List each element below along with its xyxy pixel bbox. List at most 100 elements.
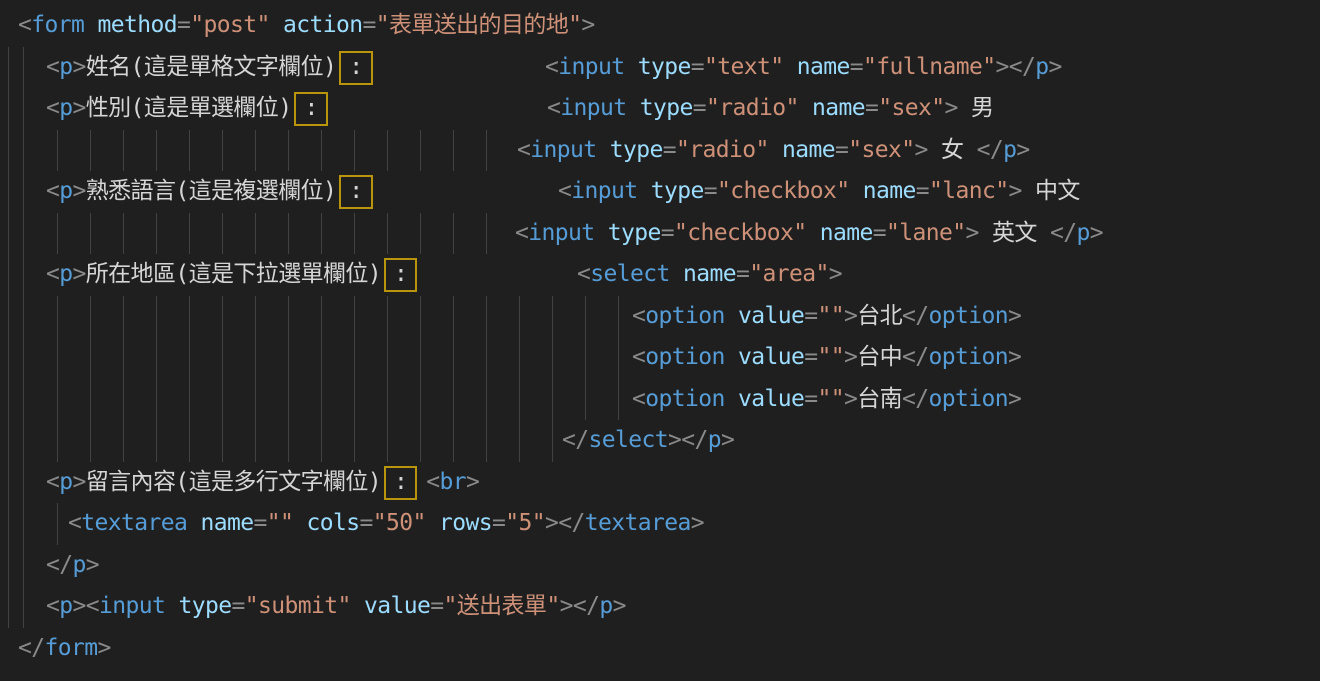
token-tag-name: input [530,137,596,163]
token-tag-name: p [59,178,72,204]
token-string: "" [817,303,844,329]
code-line-6[interactable]: <input type="checkbox" name="lane"> 英文 <… [0,213,1320,255]
token-string: "checkbox" [717,178,849,204]
token-string: "sex" [878,95,944,121]
token-attribute-name: name [799,95,865,121]
token-punctuation: > [1048,54,1061,80]
token-text: 台中 [857,344,902,370]
token-attribute-name: type [165,593,231,619]
token-text: 台南 [857,386,902,412]
code-line-11[interactable]: </select></p> [0,420,1320,462]
token-punctuation: </ [18,635,45,661]
code-line-5[interactable]: <p>熟悉語言(這是複選欄位):<input type="checkbox" n… [0,171,1320,213]
token-text: 台北 [857,303,902,329]
code-line-1[interactable]: <form method="post" action="表單送出的目的地"> [0,5,1320,47]
token-punctuation: < [632,386,645,412]
indent-whitespace [0,88,46,130]
token-tag-name: option [929,344,1008,370]
code-line-14[interactable]: </p> [0,545,1320,587]
token-punctuation: > [86,552,99,578]
token-tag-name: input [99,593,165,619]
token-tag-name: input [528,220,594,246]
token-attribute-name: name [849,178,915,204]
token-tag-name: form [45,635,98,661]
indent-whitespace [0,586,46,628]
token-punctuation: > [73,261,86,287]
indent-whitespace [0,628,18,670]
token-tag-name: option [645,344,724,370]
code-line-15[interactable]: <p><input type="submit" value="送出表單"></p… [0,586,1320,628]
token-punctuation: > [844,303,857,329]
indent-whitespace [0,213,515,255]
token-attribute-name: value [725,303,804,329]
token-punctuation: </ [977,137,1004,163]
token-text: 中文 [1022,178,1080,204]
token-tag-name: option [645,386,724,412]
token-string: "5" [505,510,545,536]
token-attribute-name: name [806,220,872,246]
token-punctuation: = [916,178,929,204]
code-line-3[interactable]: <p>性別(這是單選欄位):<input type="radio" name="… [0,88,1320,130]
token-string: "lanc" [929,178,1008,204]
token-string: "" [817,386,844,412]
token-tag-name: p [599,593,612,619]
token-punctuation: > [721,427,734,453]
indent-whitespace [0,5,18,47]
token-tag-name: br [440,469,467,495]
token-punctuation: = [492,510,505,536]
token-punctuation: = [804,303,817,329]
token-tag-name: select [590,261,669,287]
code-line-13[interactable]: <textarea name="" cols="50" rows="5"></t… [0,503,1320,545]
token-punctuation: > [1016,137,1029,163]
token-attribute-name: type [597,137,663,163]
token-punctuation: < [632,344,645,370]
token-punctuation: ></ [545,510,585,536]
indent-whitespace [0,47,46,89]
token-punctuation: = [865,95,878,121]
code-editor[interactable]: <form method="post" action="表單送出的目的地"><p… [0,0,1320,681]
indent-whitespace [0,420,562,462]
token-punctuation: > [844,344,857,370]
token-punctuation: < [18,12,31,38]
code-line-9[interactable]: <option value="">台中</option> [0,337,1320,379]
token-tag-name: p [1035,54,1048,80]
token-text: 姓名(這是單格文字欄位) [86,54,337,80]
token-punctuation: > [1090,220,1103,246]
token-punctuation: </ [1050,220,1077,246]
indent-whitespace [0,171,46,213]
token-punctuation: > [73,54,86,80]
token-attribute-name: rows [426,510,492,536]
token-punctuation: < [517,137,530,163]
token-attribute-name: name [670,261,736,287]
code-line-16[interactable]: </form> [0,628,1320,670]
token-punctuation: > [613,593,626,619]
token-punctuation: = [804,344,817,370]
token-punctuation: < [426,469,439,495]
token-punctuation: > [914,137,927,163]
token-tag-name: p [708,427,721,453]
token-punctuation: = [253,510,266,536]
code-line-8[interactable]: <option value="">台北</option> [0,296,1320,338]
indent-whitespace [0,254,46,296]
token-punctuation: > [1008,303,1021,329]
unicode-highlight-box: : [384,466,417,500]
code-line-4[interactable]: <input type="radio" name="sex"> 女 </p> [0,130,1320,172]
token-string: "checkbox" [674,220,806,246]
token-punctuation: < [46,54,59,80]
code-line-7[interactable]: <p>所在地區(這是下拉選單欄位):<select name="area"> [0,254,1320,296]
code-line-2[interactable]: <p>姓名(這是單格文字欄位):<input type="text" name=… [0,47,1320,89]
token-tag-name: option [645,303,724,329]
token-tag-name: textarea [585,510,691,536]
token-punctuation: ></ [560,593,600,619]
indent-whitespace [0,462,46,504]
token-string: "text" [704,54,783,80]
token-punctuation: ></ [668,427,708,453]
token-tag-name: p [1003,137,1016,163]
code-line-12[interactable]: <p>留言內容(這是多行文字欄位):<br> [0,462,1320,504]
token-punctuation: > [98,635,111,661]
token-attribute-name: cols [293,510,359,536]
token-punctuation: = [804,386,817,412]
token-attribute-name: name [769,137,835,163]
code-line-10[interactable]: <option value="">台南</option> [0,379,1320,421]
token-attribute-name: method [84,12,177,38]
